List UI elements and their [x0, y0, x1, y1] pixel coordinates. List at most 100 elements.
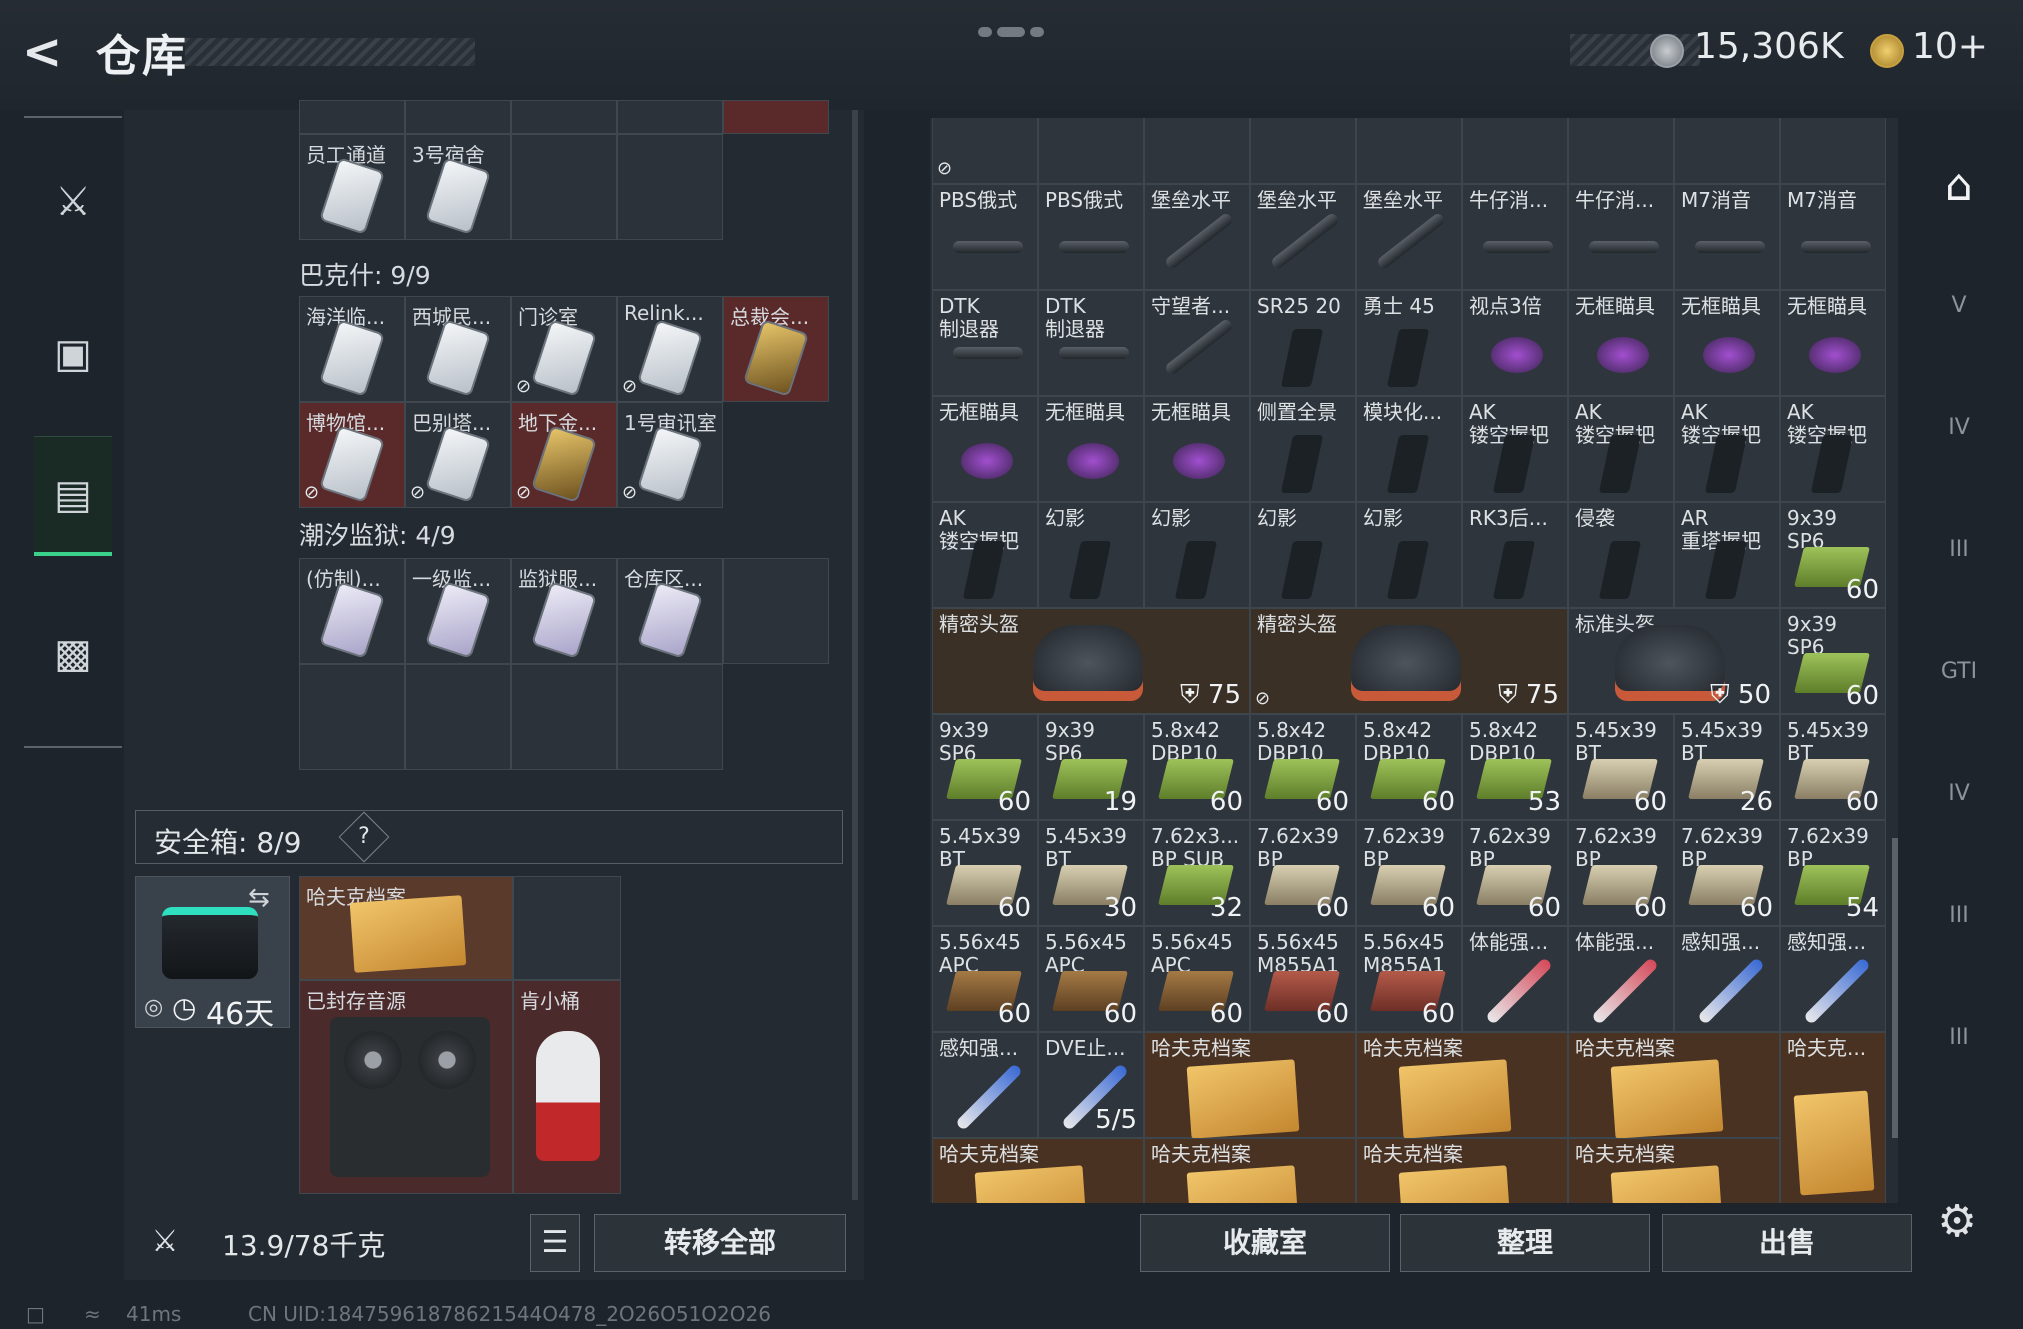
stash-item[interactable]: RK3后...	[1462, 502, 1568, 608]
empty-slot[interactable]	[617, 134, 723, 240]
briefcase-icon[interactable]: ▩	[34, 594, 112, 714]
stash-item[interactable]: 7.62x39 BP 60	[1462, 820, 1568, 926]
collection-room-button[interactable]: 收藏室	[1140, 1214, 1390, 1272]
stash-item[interactable]: 侵袭	[1568, 502, 1674, 608]
ammo-item[interactable]: 9x39 SP6 60	[1780, 608, 1886, 714]
sell-button[interactable]: 出售	[1662, 1214, 1912, 1272]
home-icon[interactable]: ⌂	[1924, 156, 1994, 216]
stash-item[interactable]: 5.45x39 BT 30	[1038, 820, 1144, 926]
stash-item[interactable]: 5.45x39 BT 60	[932, 820, 1038, 926]
stash-item[interactable]: 堡垒水平	[1144, 184, 1250, 290]
stash-item[interactable]: 感知强...	[1780, 926, 1886, 1032]
stash-item[interactable]: 无框瞄具	[1038, 396, 1144, 502]
stash-item[interactable]: 堡垒水平	[1250, 184, 1356, 290]
stash-item[interactable]: 5.45x39 BT 26	[1674, 714, 1780, 820]
keycard-slot[interactable]: 员工通道	[299, 134, 405, 240]
stash-item[interactable]: 无框瞄具	[1674, 290, 1780, 396]
stash-item[interactable]: PBS俄式	[1038, 184, 1144, 290]
stash-item[interactable]: AK 镂空握把	[1568, 396, 1674, 502]
keycard-slot[interactable]: 1号审讯室 ⊘	[617, 402, 723, 508]
stash-item[interactable]: 5.56x45 M855A1 60	[1356, 926, 1462, 1032]
stash-item[interactable]: 5.45x39 BT 60	[1568, 714, 1674, 820]
helmet-item[interactable]: 精密头盔 ⛨ 75	[932, 608, 1250, 714]
stash-item[interactable]: M7消音	[1674, 184, 1780, 290]
stash-item[interactable]: 5.45x39 BT 60	[1780, 714, 1886, 820]
stash-item[interactable]: AK 镂空握把	[1674, 396, 1780, 502]
mascot-item[interactable]: 肯小桶	[513, 980, 621, 1194]
list-view-button[interactable]: ☰	[530, 1214, 580, 1272]
empty-slot[interactable]	[299, 664, 405, 770]
stash-item[interactable]: 9x39 SP6 19	[1038, 714, 1144, 820]
swap-icon[interactable]: ⇆	[248, 883, 270, 913]
gear-icon[interactable]: ⚙	[1932, 1196, 1982, 1247]
stash-item[interactable]: 无框瞄具	[1144, 396, 1250, 502]
stash-item[interactable]: 感知强...	[1674, 926, 1780, 1032]
weapon-filter-icon[interactable]: IV	[1924, 764, 1994, 824]
stash-item[interactable]: 牛仔消...	[1568, 184, 1674, 290]
storage-icon[interactable]: ▤	[34, 436, 112, 556]
keycard-slot[interactable]: 监狱服...	[511, 558, 617, 664]
archive-item[interactable]: 哈夫克档案	[932, 1138, 1144, 1203]
safe-box[interactable]: ⇆ ◎ ◷ 46天	[135, 876, 290, 1032]
empty-slot[interactable]	[513, 876, 621, 980]
keycard-slot[interactable]: 西城民...	[405, 296, 511, 402]
helmet-item[interactable]: 精密头盔 ⊘ ⛨ 75	[1250, 608, 1568, 714]
stash-item[interactable]: 体能强...	[1462, 926, 1568, 1032]
stash-item[interactable]: AR 重塔握把	[1674, 502, 1780, 608]
stash-item[interactable]: 9x39 SP6 60	[1780, 502, 1886, 608]
stash-item[interactable]: 幻影	[1250, 502, 1356, 608]
case-filter-icon[interactable]: III	[1924, 886, 1994, 946]
drag-handle[interactable]	[978, 22, 1046, 37]
empty-slot[interactable]	[617, 664, 723, 770]
archive-item[interactable]: 哈夫克档案	[1356, 1138, 1568, 1203]
stash-item[interactable]: 5.56x45 APC 60	[932, 926, 1038, 1032]
help-icon[interactable]: ?	[338, 811, 390, 863]
stash-item[interactable]: 侧置全景	[1250, 396, 1356, 502]
stash-item[interactable]: 5.8x42 DBP10 60	[1144, 714, 1250, 820]
stash-item[interactable]: 7.62x39 BP 54	[1780, 820, 1886, 926]
archive-item[interactable]: 哈夫克档案	[1568, 1138, 1780, 1203]
stash-item[interactable]: 幻影	[1144, 502, 1250, 608]
stash-item[interactable]: 7.62x3... BP SUB 32	[1144, 820, 1250, 926]
back-icon[interactable]: <	[22, 26, 78, 78]
stash-item[interactable]: 7.62x39 BP 60	[1674, 820, 1780, 926]
keycard-slot[interactable]: 3号宿舍	[405, 134, 511, 240]
archive-item[interactable]: 哈夫克档案	[1144, 1032, 1356, 1139]
scrollbar[interactable]	[852, 110, 858, 1200]
stash-item[interactable]: PBS俄式	[932, 184, 1038, 290]
sort-button[interactable]: 整理	[1400, 1214, 1650, 1272]
weapon-icon[interactable]: ⚔	[34, 142, 112, 262]
stash-item[interactable]: 无框瞄具	[1568, 290, 1674, 396]
backpack-filter-icon[interactable]: GTI	[1924, 642, 1994, 702]
keycard-slot[interactable]: 仓库区...	[617, 558, 723, 664]
stash-item[interactable]: 7.62x39 BP 60	[1568, 820, 1674, 926]
stash-item[interactable]: 视点3倍	[1462, 290, 1568, 396]
stash-item[interactable]: 幻影	[1356, 502, 1462, 608]
stash-item[interactable]: 堡垒水平	[1356, 184, 1462, 290]
archive-item[interactable]: 哈夫克档案	[1144, 1138, 1356, 1203]
stash-item[interactable]: 勇士 45	[1356, 290, 1462, 396]
stash-item[interactable]: 5.56x45 M855A1 60	[1250, 926, 1356, 1032]
stash-item[interactable]: 5.8x42 DBP10 53	[1462, 714, 1568, 820]
tape-recorder-item[interactable]: 已封存音源	[299, 980, 513, 1194]
keycard-slot[interactable]: 地下金... ⊘	[511, 402, 617, 508]
rig-filter-icon[interactable]: III	[1924, 520, 1994, 580]
stash-item[interactable]: M7消音	[1780, 184, 1886, 290]
empty-slot[interactable]	[511, 134, 617, 240]
stash-item[interactable]: 牛仔消...	[1462, 184, 1568, 290]
stash-item[interactable]: 守望者...	[1144, 290, 1250, 396]
keycard-slot[interactable]: 巴别塔... ⊘	[405, 402, 511, 508]
keycard-slot[interactable]: 一级监...	[405, 558, 511, 664]
archive-item[interactable]: 哈夫克...	[1780, 1032, 1886, 1203]
stash-item[interactable]: 幻影	[1038, 502, 1144, 608]
armor-filter-icon[interactable]: IV	[1924, 398, 1994, 458]
stash-item[interactable]: 7.62x39 BP 60	[1356, 820, 1462, 926]
archive-item[interactable]: 哈夫克档案	[1356, 1032, 1568, 1139]
keycard-slot[interactable]: Relink... ⊘	[617, 296, 723, 402]
stash-item[interactable]: AK 镂空握把	[1462, 396, 1568, 502]
stash-item[interactable]: 7.62x39 BP 60	[1250, 820, 1356, 926]
helmet-item[interactable]: 标准头盔 ⛨ 50	[1568, 608, 1780, 714]
helmet-filter-icon[interactable]: V	[1924, 276, 1994, 336]
stash-item[interactable]: 5.8x42 DBP10 60	[1356, 714, 1462, 820]
stash-item[interactable]: 模块化...	[1356, 396, 1462, 502]
